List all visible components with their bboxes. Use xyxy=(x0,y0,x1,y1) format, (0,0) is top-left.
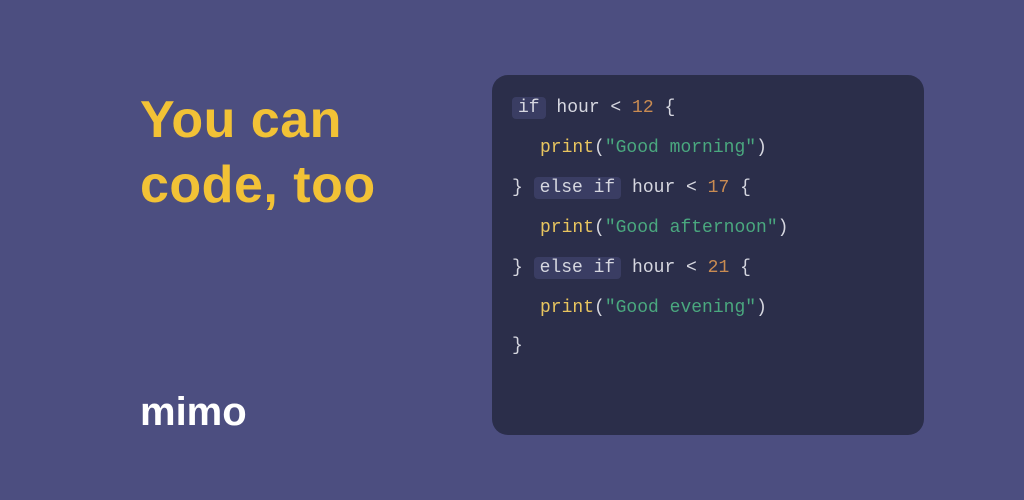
code-func: print xyxy=(540,138,594,158)
code-line-1: if hour < 12 { xyxy=(512,97,904,119)
code-brace: } xyxy=(512,258,534,278)
code-string: "Good afternoon" xyxy=(605,218,778,238)
code-operator: < xyxy=(686,178,708,198)
code-text: hour xyxy=(546,98,611,118)
code-brace: { xyxy=(729,258,751,278)
code-paren: ) xyxy=(756,138,767,158)
code-paren: ( xyxy=(594,218,605,238)
keyword-else-if: else if xyxy=(534,257,622,279)
code-func: print xyxy=(540,298,594,318)
code-line-5: } else if hour < 21 { xyxy=(512,257,904,279)
headline-line-2: code, too xyxy=(140,156,376,214)
code-func: print xyxy=(540,218,594,238)
keyword-if: if xyxy=(512,97,546,119)
brand-logo: mimo xyxy=(140,390,247,435)
headline-line-1: You can xyxy=(140,91,342,149)
code-brace: { xyxy=(654,98,676,118)
code-string: "Good evening" xyxy=(605,298,756,318)
code-operator: < xyxy=(686,258,708,278)
code-line-2: print("Good morning") xyxy=(540,139,904,157)
code-number: 17 xyxy=(708,178,730,198)
code-text: hour xyxy=(621,178,686,198)
keyword-else-if: else if xyxy=(534,177,622,199)
code-line-6: print("Good evening") xyxy=(540,299,904,317)
code-paren: ) xyxy=(756,298,767,318)
code-paren: ( xyxy=(594,298,605,318)
code-line-7: } xyxy=(512,337,904,355)
code-text: hour xyxy=(621,258,686,278)
code-line-3: } else if hour < 17 { xyxy=(512,177,904,199)
code-paren: ) xyxy=(778,218,789,238)
code-operator: < xyxy=(610,98,632,118)
code-brace: } xyxy=(512,336,523,356)
code-line-4: print("Good afternoon") xyxy=(540,219,904,237)
code-number: 12 xyxy=(632,98,654,118)
code-brace: { xyxy=(729,178,751,198)
code-brace: } xyxy=(512,178,534,198)
code-string: "Good morning" xyxy=(605,138,756,158)
code-card: if hour < 12 { print("Good morning") } e… xyxy=(492,75,924,435)
headline: You can code, too xyxy=(140,88,376,218)
code-number: 21 xyxy=(708,258,730,278)
code-paren: ( xyxy=(594,138,605,158)
